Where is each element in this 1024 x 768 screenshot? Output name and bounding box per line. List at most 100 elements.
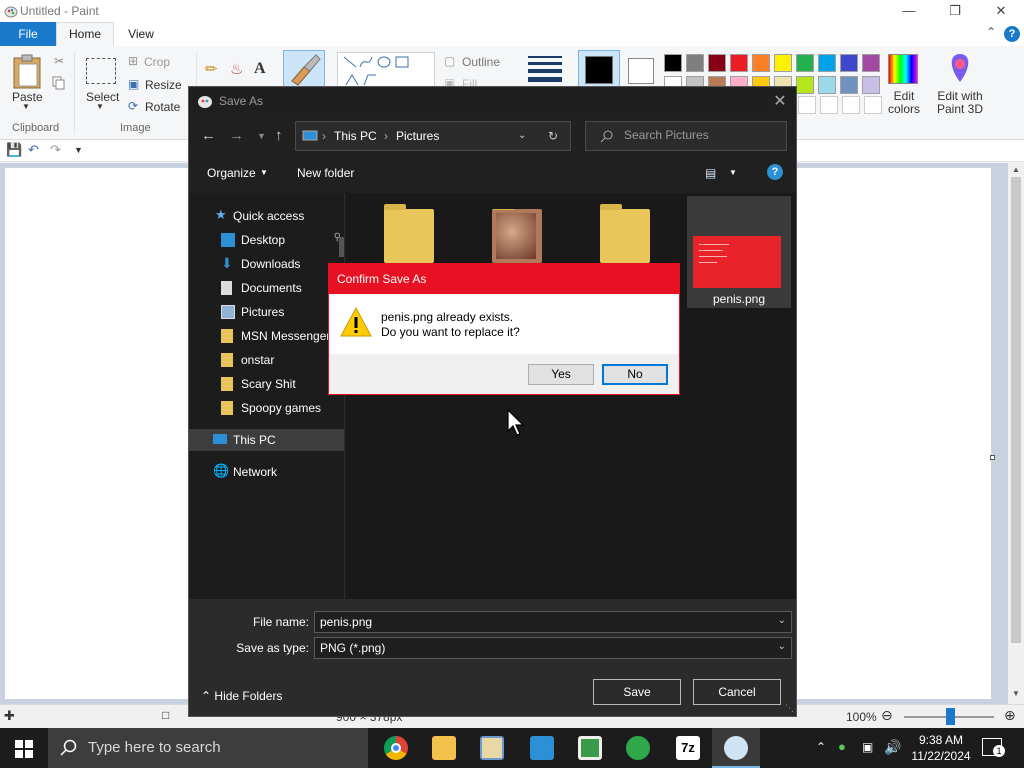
cut-icon[interactable]: ✂ bbox=[54, 54, 64, 68]
crop-button[interactable]: Crop bbox=[144, 55, 170, 69]
nav-network[interactable]: 🌐 Network bbox=[189, 461, 344, 483]
undo-icon[interactable]: ↶ bbox=[28, 142, 39, 158]
tray-user-icon[interactable]: ● bbox=[838, 739, 846, 768]
nav-folder-spoopy[interactable]: Spoopy games bbox=[189, 397, 344, 419]
dialog-close-icon[interactable]: ✕ bbox=[770, 91, 790, 111]
text-tool-icon[interactable]: A bbox=[254, 60, 266, 78]
breadcrumb-pictures[interactable]: Pictures bbox=[396, 129, 439, 143]
palette-swatch[interactable] bbox=[862, 54, 880, 72]
folder-item[interactable] bbox=[492, 209, 542, 263]
taskbar-msn[interactable] bbox=[614, 728, 662, 768]
nav-folder-scary[interactable]: Scary Shit bbox=[189, 373, 344, 395]
help-icon[interactable]: ? bbox=[767, 164, 783, 180]
custom-color-swatch[interactable] bbox=[864, 96, 882, 114]
color2-swatch[interactable] bbox=[628, 58, 654, 84]
select-dropdown-icon[interactable]: ▼ bbox=[96, 102, 104, 111]
up-arrow-icon[interactable]: ↑ bbox=[275, 127, 283, 144]
zoom-in-icon[interactable]: ⊕ bbox=[1004, 707, 1016, 724]
taskbar-file-explorer[interactable] bbox=[420, 728, 468, 768]
tray-overflow-icon[interactable]: ⌃ bbox=[816, 740, 826, 768]
taskbar-app[interactable] bbox=[566, 728, 614, 768]
palette-swatch[interactable] bbox=[686, 54, 704, 72]
nav-desktop[interactable]: Desktop ⚲ bbox=[189, 229, 344, 251]
scroll-down-icon[interactable]: ▼ bbox=[1012, 689, 1020, 698]
taskbar-photos[interactable] bbox=[468, 728, 516, 768]
canvas-resize-handle[interactable] bbox=[990, 455, 995, 460]
palette-swatch[interactable] bbox=[752, 54, 770, 72]
hide-folders-button[interactable]: ⌃ Hide Folders bbox=[201, 689, 282, 703]
back-arrow-icon[interactable]: ← bbox=[201, 127, 216, 144]
tab-home[interactable]: Home bbox=[56, 22, 114, 46]
dialog-search-input[interactable] bbox=[624, 128, 774, 142]
palette-swatch[interactable] bbox=[708, 54, 726, 72]
copy-icon[interactable] bbox=[52, 76, 66, 90]
taskbar-app[interactable] bbox=[518, 728, 566, 768]
cancel-button[interactable]: Cancel bbox=[693, 679, 781, 705]
customize-qat-icon[interactable]: ▼ bbox=[74, 145, 83, 155]
address-dropdown-icon[interactable]: ⌄ bbox=[518, 130, 526, 141]
scrollbar-thumb[interactable] bbox=[1011, 177, 1021, 643]
no-button[interactable]: No bbox=[602, 364, 668, 385]
taskbar-7zip[interactable]: 7z bbox=[664, 728, 712, 768]
palette-swatch[interactable] bbox=[862, 76, 880, 94]
redo-icon[interactable]: ↷ bbox=[50, 142, 61, 158]
palette-swatch[interactable] bbox=[818, 76, 836, 94]
organize-dropdown-icon[interactable]: ▼ bbox=[260, 168, 268, 177]
nav-scrollbar-thumb[interactable] bbox=[339, 237, 344, 257]
maximize-button[interactable]: ❐ bbox=[932, 0, 978, 22]
custom-color-swatch[interactable] bbox=[820, 96, 838, 114]
forward-arrow-icon[interactable]: → bbox=[229, 127, 244, 144]
save-icon[interactable]: 💾 bbox=[6, 142, 22, 158]
view-dropdown-icon[interactable]: ▼ bbox=[729, 168, 737, 177]
rotate-button[interactable]: Rotate bbox=[145, 100, 180, 114]
volume-icon[interactable]: 🔊 bbox=[884, 739, 901, 768]
help-icon[interactable]: ? bbox=[1004, 26, 1020, 42]
nav-folder-msn[interactable]: MSN Messenger bbox=[189, 325, 344, 347]
minimize-button[interactable]: — bbox=[886, 0, 932, 22]
tab-view[interactable]: View bbox=[118, 22, 164, 46]
view-options-icon[interactable]: ▤ bbox=[705, 166, 716, 180]
size-button[interactable] bbox=[528, 54, 562, 84]
taskbar-paint[interactable] bbox=[712, 728, 760, 768]
new-folder-button[interactable]: New folder bbox=[297, 166, 354, 180]
palette-swatch[interactable] bbox=[796, 76, 814, 94]
resize-grip-icon[interactable]: ⋱ bbox=[785, 703, 794, 714]
palette-swatch[interactable] bbox=[664, 54, 682, 72]
taskbar-search-box[interactable]: Type here to search bbox=[48, 728, 368, 768]
organize-button[interactable]: Organize bbox=[207, 166, 256, 180]
palette-swatch[interactable] bbox=[840, 76, 858, 94]
taskbar-chrome[interactable] bbox=[372, 728, 420, 768]
nav-downloads[interactable]: ⬇ Downloads bbox=[189, 253, 344, 275]
save-type-select[interactable]: PNG (*.png) ⌄ bbox=[314, 637, 792, 659]
zoom-out-icon[interactable]: ⊖ bbox=[881, 707, 893, 724]
yes-button[interactable]: Yes bbox=[528, 364, 594, 385]
vertical-scrollbar[interactable]: ▲ ▼ bbox=[1008, 163, 1024, 704]
scroll-up-icon[interactable]: ▲ bbox=[1012, 165, 1020, 174]
tab-file[interactable]: File bbox=[0, 22, 56, 46]
brushes-button[interactable] bbox=[283, 50, 325, 90]
custom-color-swatch[interactable] bbox=[842, 96, 860, 114]
resize-button[interactable]: Resize bbox=[145, 78, 182, 92]
nav-folder-onstar[interactable]: onstar bbox=[189, 349, 344, 371]
color1-button[interactable] bbox=[578, 50, 620, 90]
nav-documents[interactable]: Documents bbox=[189, 277, 344, 299]
chevron-down-icon[interactable]: ⌄ bbox=[778, 641, 786, 652]
palette-swatch[interactable] bbox=[730, 54, 748, 72]
save-button[interactable]: Save bbox=[593, 679, 681, 705]
pencil-icon[interactable]: ✏ bbox=[205, 60, 218, 78]
collapse-ribbon-icon[interactable]: ⌃ bbox=[986, 25, 996, 39]
folder-item[interactable] bbox=[384, 204, 434, 263]
nav-quick-access[interactable]: ★ Quick access bbox=[189, 205, 344, 227]
file-item-selected[interactable]: penis.png bbox=[687, 196, 791, 308]
breadcrumb-this-pc[interactable]: This PC bbox=[334, 129, 377, 143]
taskbar-clock[interactable]: 9:38 AM 11/22/2024 bbox=[904, 732, 978, 764]
file-name-input[interactable]: penis.png ⌄ bbox=[314, 611, 792, 633]
zoom-slider-thumb[interactable] bbox=[946, 708, 955, 725]
chevron-down-icon[interactable]: ⌄ bbox=[778, 615, 786, 626]
address-bar[interactable]: › This PC › Pictures ⌄ ↻ bbox=[295, 121, 571, 151]
custom-color-swatch[interactable] bbox=[798, 96, 816, 114]
dialog-search-box[interactable] bbox=[585, 121, 787, 151]
palette-swatch[interactable] bbox=[840, 54, 858, 72]
network-icon[interactable]: ▣ bbox=[862, 740, 873, 768]
notifications-icon[interactable]: 1 bbox=[982, 738, 1005, 757]
